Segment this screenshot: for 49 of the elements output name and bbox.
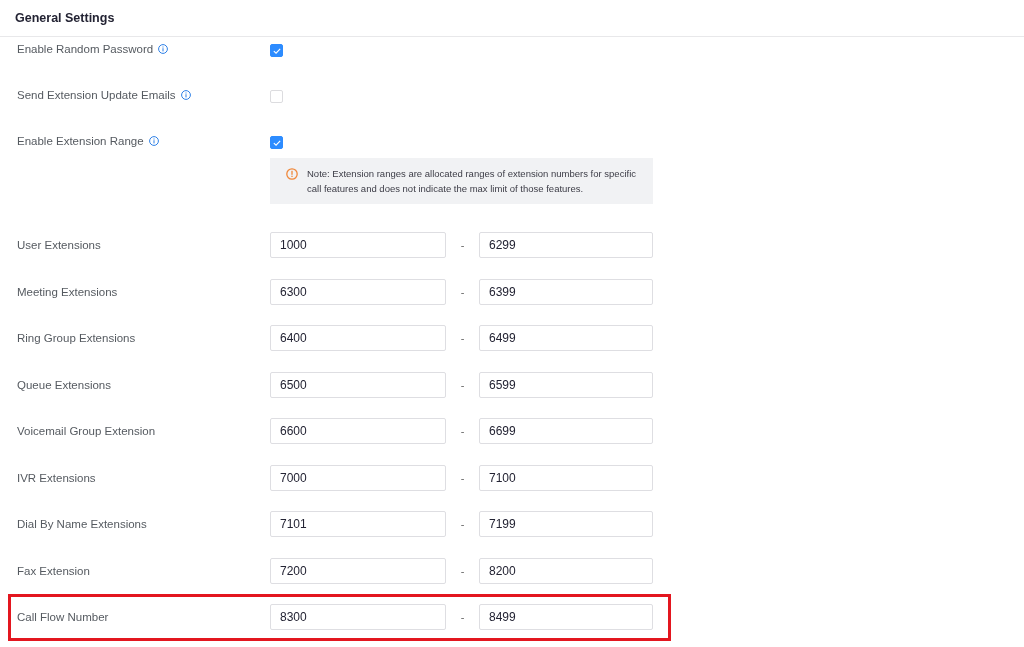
range-label: Ring Group Extensions	[17, 332, 137, 345]
range-end-field[interactable]: 8499	[479, 604, 653, 631]
checkbox[interactable]	[270, 44, 283, 57]
range-start-field[interactable]: 1000	[270, 232, 446, 259]
range-dash: -	[459, 471, 466, 484]
range-label: Voicemail Group Extension	[17, 425, 157, 438]
range-dash: -	[459, 332, 466, 345]
range-start-field[interactable]: 7200	[270, 557, 446, 584]
range-end-field[interactable]: 7199	[479, 511, 653, 538]
range-end-field[interactable]: 6399	[479, 278, 653, 305]
range-start-field[interactable]: 7101	[270, 511, 446, 538]
alert-icon	[286, 168, 298, 180]
range-start-field[interactable]: 7000	[270, 464, 446, 491]
range-end-field[interactable]: 6299	[479, 232, 653, 259]
range-start-field[interactable]: 8300	[270, 604, 446, 631]
range-label: User Extensions	[17, 239, 102, 252]
info-icon[interactable]	[148, 136, 159, 146]
range-dash: -	[459, 611, 466, 624]
info-icon[interactable]	[158, 44, 169, 54]
check-icon	[272, 139, 281, 146]
range-start-field[interactable]: 6400	[270, 325, 446, 352]
setting-label: Send Extension Update Emails	[17, 88, 176, 102]
info-icon[interactable]	[180, 90, 191, 100]
range-dash: -	[459, 518, 466, 531]
range-dash: -	[459, 285, 466, 298]
range-label: Queue Extensions	[17, 378, 112, 391]
setting-label: Enable Random Password	[17, 42, 154, 56]
setting-label: Enable Extension Range	[17, 134, 144, 148]
range-dash: -	[459, 425, 466, 438]
range-dash: -	[459, 378, 466, 391]
section-title: General Settings	[15, 11, 115, 25]
range-end-field[interactable]: 7100	[479, 464, 653, 491]
range-start-field[interactable]: 6600	[270, 418, 446, 445]
range-end-field[interactable]: 6599	[479, 371, 653, 398]
range-end-field[interactable]: 6699	[479, 418, 653, 445]
range-dash: -	[459, 564, 466, 577]
range-start-field[interactable]: 6500	[270, 371, 446, 398]
range-label: Dial By Name Extensions	[17, 518, 148, 531]
range-end-field[interactable]: 6499	[479, 325, 653, 352]
range-end-field[interactable]: 8200	[479, 557, 653, 584]
range-label: Call Flow Number	[17, 611, 110, 624]
range-dash: -	[459, 239, 466, 252]
note-text: Note: Extension ranges are allocated ranges of extension numbers for specific call features and does not indicate the max limit of those features.	[307, 167, 637, 196]
checkbox[interactable]	[270, 136, 283, 149]
range-label: Meeting Extensions	[17, 285, 119, 298]
range-label: Fax Extension	[17, 564, 91, 577]
range-label: IVR Extensions	[17, 471, 97, 484]
check-icon	[272, 47, 281, 54]
range-start-field[interactable]: 6300	[270, 278, 446, 305]
